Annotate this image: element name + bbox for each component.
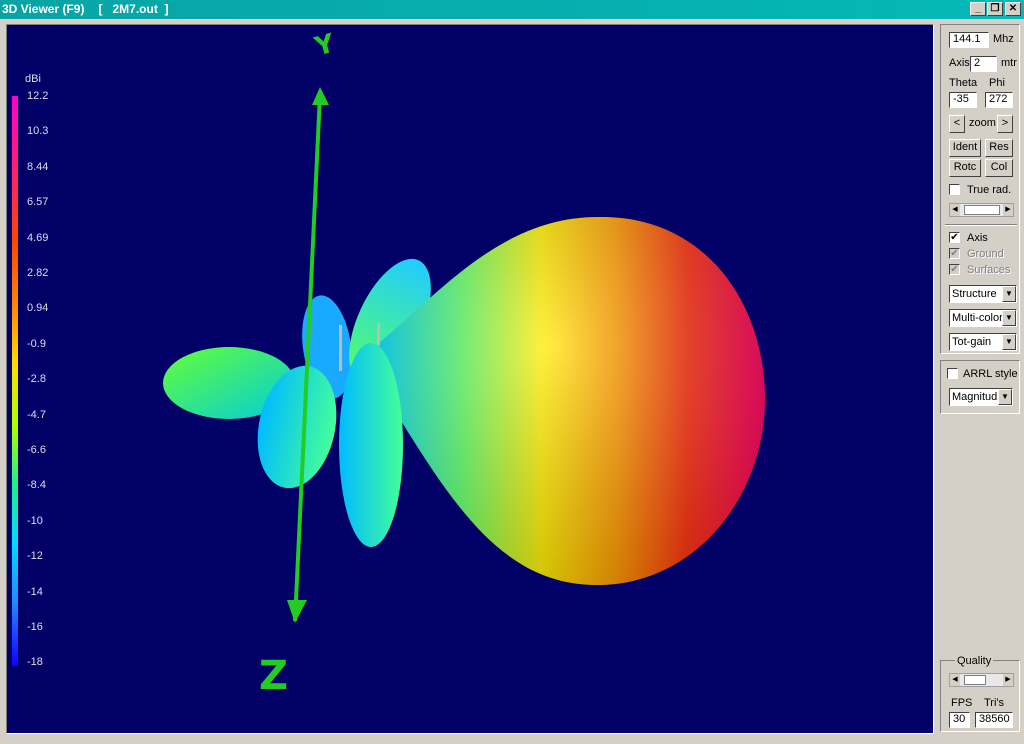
gain-mode-select[interactable]: Tot-gain ▼ — [949, 333, 1017, 351]
structure-select[interactable]: Structure ▼ — [949, 285, 1017, 303]
close-button[interactable]: ✕ — [1005, 2, 1021, 16]
slider-right-arrow[interactable]: ▶ — [1003, 204, 1013, 216]
file-name: [ 2M7.out ] — [98, 2, 169, 16]
ground-checkbox: ✔ — [949, 248, 960, 259]
axis-length-unit: mtr — [1001, 57, 1017, 69]
true-rad-checkbox[interactable] — [949, 184, 960, 195]
chevron-down-icon[interactable]: ▼ — [998, 389, 1012, 405]
arrl-group: ARRL style Magnitud ▼ — [940, 360, 1020, 414]
slider-thumb[interactable] — [964, 205, 1000, 215]
chevron-down-icon[interactable]: ▼ — [1002, 310, 1016, 326]
arrl-style-checkbox[interactable] — [947, 368, 958, 379]
chevron-down-icon[interactable]: ▼ — [1002, 286, 1016, 302]
surfaces-label: Surfaces — [967, 264, 1011, 276]
antenna-element — [377, 323, 380, 345]
axis-label-bottom: Z — [259, 653, 288, 699]
scale-unit: dBi — [25, 73, 41, 85]
arrl-style-label: ARRL style — [963, 368, 1018, 380]
fps-label: FPS — [951, 697, 973, 709]
scale-label: 4.69 — [27, 231, 49, 244]
res-button[interactable]: Res — [985, 139, 1013, 157]
true-rad-label: True rad. — [967, 184, 1012, 196]
axis-checkbox-label: Axis — [967, 232, 988, 244]
col-button[interactable]: Col — [985, 159, 1013, 177]
ground-label: Ground — [967, 248, 1004, 260]
scale-label: -14 — [27, 585, 43, 598]
chevron-down-icon[interactable]: ▼ — [1002, 334, 1016, 350]
slider-left-arrow[interactable]: ◀ — [950, 674, 960, 686]
divider — [945, 224, 1017, 226]
control-panel: 144.1 Mhz Axis 2 mtr Theta Phi -35 272 <… — [940, 24, 1020, 734]
color-scale-bar — [12, 96, 18, 666]
scale-label: 8.44 — [27, 160, 49, 173]
antenna-element — [339, 325, 342, 371]
restore-button[interactable]: ❐ — [987, 2, 1003, 16]
slider-thumb[interactable] — [964, 675, 986, 685]
theta-field[interactable]: -35 — [949, 92, 977, 108]
scale-label: -12 — [27, 550, 43, 563]
magnitude-select[interactable]: Magnitud ▼ — [949, 388, 1013, 406]
slider-right-arrow[interactable]: ▶ — [1003, 674, 1013, 686]
zoom-in-button[interactable]: > — [997, 115, 1013, 133]
quality-label: Quality — [955, 655, 994, 667]
scale-label: -8.4 — [27, 479, 46, 492]
surfaces-checkbox: ✔ — [949, 264, 960, 275]
phi-field[interactable]: 272 — [985, 92, 1013, 108]
scale-label: -16 — [27, 621, 43, 633]
axis-length-label: Axis — [949, 57, 970, 69]
frequency-unit: Mhz — [993, 33, 1014, 45]
window-title: 3D Viewer (F9)[ 2M7.out ] — [2, 2, 169, 16]
true-rad-slider[interactable]: ◀ ▶ — [949, 203, 1014, 217]
fps-value: 30 — [949, 712, 970, 728]
zoom-label: zoom — [969, 117, 996, 129]
color-mode-select[interactable]: Multi-color ▼ — [949, 309, 1017, 327]
scale-label: 6.57 — [27, 196, 49, 209]
scale-label: 0.94 — [27, 302, 49, 315]
zoom-out-button[interactable]: < — [949, 115, 965, 133]
view-settings-group: 144.1 Mhz Axis 2 mtr Theta Phi -35 272 <… — [940, 24, 1020, 354]
scale-label: -0.9 — [27, 337, 46, 350]
scale-label: 12.2 — [27, 90, 49, 102]
ident-button[interactable]: Ident — [949, 139, 981, 157]
axis-arrow-top — [312, 87, 329, 105]
slider-left-arrow[interactable]: ◀ — [950, 204, 960, 216]
theta-label: Theta — [949, 77, 978, 89]
radiation-pattern: Y Z — [163, 28, 765, 699]
tris-label: Tri's — [984, 697, 1005, 709]
quality-slider[interactable]: ◀ ▶ — [949, 673, 1014, 687]
scale-label: 10.3 — [27, 125, 49, 138]
side-lobe-front — [339, 343, 403, 547]
minimize-button[interactable]: _ — [970, 2, 986, 16]
scale-label: -2.8 — [27, 373, 46, 386]
phi-label: Phi — [989, 77, 1005, 89]
rotc-button[interactable]: Rotc — [949, 159, 981, 177]
axis-checkbox[interactable]: ✔ — [949, 232, 960, 243]
scale-label: -10 — [27, 514, 43, 527]
axis-label-top: Y — [311, 28, 339, 62]
quality-group: Quality ◀ ▶ FPS Tri's 30 38560 — [940, 655, 1020, 732]
scale-label: 2.82 — [27, 267, 49, 279]
title-bar: 3D Viewer (F9)[ 2M7.out ] _ ❐ ✕ — [0, 0, 1024, 19]
axis-length-field[interactable]: 2 — [970, 56, 997, 72]
scale-label: -18 — [27, 656, 43, 669]
3d-viewport[interactable]: Y Z dBi 12.2 10.3 8.44 6.57 4.69 2.82 0.94 -0.9… — [6, 24, 934, 734]
frequency-field[interactable]: 144.1 — [949, 32, 989, 48]
scale-label: -4.7 — [27, 408, 46, 421]
tris-value: 38560 — [975, 712, 1013, 728]
scale-label: -6.6 — [27, 444, 46, 456]
